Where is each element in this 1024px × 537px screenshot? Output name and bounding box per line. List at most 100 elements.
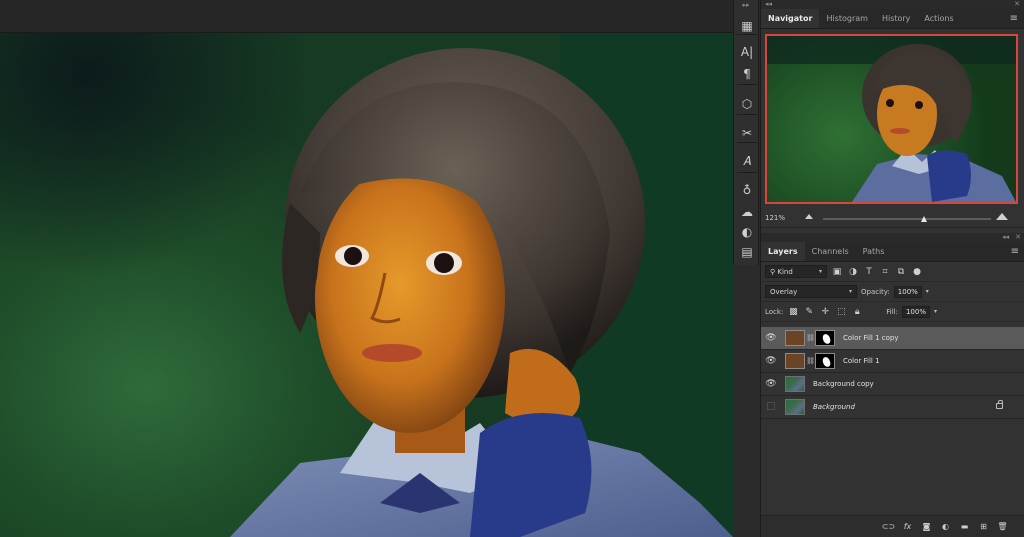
panel-icon-column: ▸▸ ▦ A| ¶ ⬡ ✂ 𝐴 ♁ ☁ ◐ ▤ — [733, 0, 759, 265]
layer-name: Color Fill 1 copy — [843, 334, 899, 342]
adjustments-icon[interactable]: ◐ — [737, 222, 757, 242]
options-bar — [0, 0, 733, 33]
filter-kind-select[interactable]: ⚲ Kind ▾ — [765, 265, 827, 278]
lock-transparent-icon[interactable]: ▩ — [787, 306, 799, 318]
fill-dropdown-icon[interactable]: ▾ — [934, 308, 937, 315]
layers-list: 👁︎ ⛓ Color Fill 1 copy 👁︎ ⛓ Color Fill 1 👁︎ Bac… — [761, 327, 1024, 419]
properties-icon[interactable]: ▤ — [737, 242, 757, 262]
zoom-out-icon[interactable] — [805, 214, 813, 219]
chevron-down-icon: ▾ — [848, 288, 852, 295]
layer-row[interactable]: 👁︎ Background copy — [761, 373, 1024, 396]
zoom-in-icon[interactable] — [996, 213, 1008, 220]
eye-icon[interactable]: 👁︎ — [761, 356, 781, 366]
filter-type-icon[interactable]: T — [863, 266, 875, 278]
filter-shape-icon[interactable]: ⌗ — [879, 266, 891, 278]
chevron-down-icon: ▾ — [818, 268, 822, 275]
character-icon[interactable]: A| — [737, 42, 757, 62]
collapse-icon[interactable]: ◂◂ — [765, 0, 772, 9]
panel-menu-icon[interactable]: ≡ — [1011, 242, 1019, 262]
lock-position-icon[interactable]: ✛ — [819, 306, 831, 318]
tab-layers[interactable]: Layers — [761, 242, 805, 261]
lock-icon — [996, 400, 1003, 409]
right-panel-dock: ◂◂ ✕ Navigator Histogram History Actions … — [760, 0, 1024, 537]
tool-separator — [737, 142, 757, 143]
filter-smartobject-icon[interactable]: ⧉ — [895, 266, 907, 278]
tab-channels[interactable]: Channels — [805, 242, 856, 261]
collapse-grip-icon[interactable]: ▸▸ — [734, 0, 758, 10]
grid-icon[interactable]: ▦ — [737, 16, 757, 36]
filter-kind-label: Kind — [777, 267, 793, 276]
chain-link-icon[interactable]: ⛓ — [806, 334, 815, 342]
layer-name: Color Fill 1 — [843, 357, 880, 365]
layer-mask-thumbnail[interactable] — [815, 353, 835, 369]
chain-link-icon[interactable]: ⛓ — [806, 357, 815, 365]
tab-actions[interactable]: Actions — [917, 9, 960, 28]
fx-icon[interactable]: fx — [901, 520, 914, 533]
filter-toggle-icon[interactable]: ● — [911, 266, 923, 278]
lock-label: Lock: — [765, 307, 784, 316]
layer-row[interactable]: 👁︎ ⛓ Color Fill 1 copy — [761, 327, 1024, 350]
opacity-field[interactable]: 100% — [893, 285, 922, 298]
3d-cube-icon[interactable]: ⬡ — [737, 94, 757, 114]
bulb-icon[interactable]: ♁ — [737, 180, 757, 200]
panel-grip[interactable]: ◂◂ ✕ — [761, 0, 1024, 9]
layer-thumbnail[interactable] — [785, 399, 805, 415]
opacity-label: Opacity: — [861, 287, 890, 296]
eye-icon[interactable]: 👁︎ — [761, 379, 781, 389]
navigator-view-box[interactable] — [765, 34, 1018, 204]
layers-panel: Layers Channels Paths ≡ ⚲ Kind ▾ ▣ ◑ T ⌗ … — [761, 242, 1024, 322]
new-layer-icon[interactable]: ⊞ — [977, 520, 990, 533]
layer-row[interactable]: 👁︎ ⛓ Color Fill 1 — [761, 350, 1024, 373]
zoom-slider-track[interactable] — [823, 218, 991, 220]
tab-histogram[interactable]: Histogram — [819, 9, 875, 28]
lock-image-icon[interactable]: ✎ — [803, 306, 815, 318]
layers-bottom-bar: ⊂⊃ fx ◙ ◐ ▬ ⊞ 🗑︎ — [761, 515, 1024, 537]
fill-color-swatch[interactable] — [785, 353, 805, 369]
fill-field[interactable]: 100% — [901, 305, 930, 318]
fill-color-swatch[interactable] — [785, 330, 805, 346]
document-canvas[interactable] — [0, 33, 733, 537]
tab-navigator[interactable]: Navigator — [761, 9, 820, 28]
layers-tabs: Layers Channels Paths ≡ — [761, 242, 1024, 262]
navigator-preview-area — [761, 29, 1024, 208]
new-group-icon[interactable]: ▬ — [958, 520, 971, 533]
scissors-icon[interactable]: ✂ — [737, 123, 757, 143]
new-adjustment-icon[interactable]: ◐ — [939, 520, 952, 533]
zoom-slider-thumb[interactable] — [920, 216, 927, 222]
layer-name: Background copy — [813, 380, 874, 388]
link-layers-icon[interactable]: ⊂⊃ — [882, 520, 895, 533]
filter-pixel-icon[interactable]: ▣ — [831, 266, 843, 278]
layers-panel-grip[interactable]: ◂◂ ✕ — [761, 233, 1024, 242]
eye-icon[interactable]: 👁︎ — [761, 333, 781, 343]
tab-paths[interactable]: Paths — [856, 242, 892, 261]
tool-separator — [737, 84, 757, 85]
glyphs-icon[interactable]: 𝐴 — [737, 151, 757, 171]
visibility-off-box[interactable] — [761, 401, 781, 413]
close-icon[interactable]: ✕ — [1015, 233, 1021, 242]
zoom-level[interactable]: 121% — [765, 214, 785, 222]
collapse-icon[interactable]: ◂◂ — [1002, 233, 1009, 242]
filter-adjustment-icon[interactable]: ◑ — [847, 266, 859, 278]
opacity-dropdown-icon[interactable]: ▾ — [926, 288, 929, 295]
tab-history[interactable]: History — [875, 9, 917, 28]
blend-row: Overlay ▾ Opacity: 100% ▾ — [761, 282, 1024, 302]
delete-layer-icon[interactable]: 🗑︎ — [996, 520, 1009, 533]
tool-separator — [737, 34, 757, 35]
panel-menu-icon[interactable]: ≡ — [1010, 9, 1018, 29]
close-icon[interactable]: ✕ — [1014, 0, 1020, 9]
paragraph-icon[interactable]: ¶ — [737, 64, 757, 84]
lock-all-icon[interactable]: 🔒︎ — [851, 306, 863, 318]
photoshop-window: ▸▸ ▦ A| ¶ ⬡ ✂ 𝐴 ♁ ☁ ◐ ▤ ◂◂ ✕ Navigator Histogram H… — [0, 0, 1024, 537]
add-mask-icon[interactable]: ◙ — [920, 520, 933, 533]
libraries-icon[interactable]: ☁ — [737, 202, 757, 222]
layer-name: Background — [813, 403, 855, 411]
tool-separator — [737, 172, 757, 173]
navigator-thumbnail — [767, 36, 1016, 202]
layer-thumbnail[interactable] — [785, 376, 805, 392]
blend-mode-select[interactable]: Overlay ▾ — [765, 285, 857, 298]
lock-artboard-icon[interactable]: ⬚ — [835, 306, 847, 318]
layer-row[interactable]: Background — [761, 396, 1024, 419]
fill-label: Fill: — [886, 307, 898, 316]
navigator-tabs: Navigator Histogram History Actions ≡ — [761, 9, 1024, 29]
layer-mask-thumbnail[interactable] — [815, 330, 835, 346]
